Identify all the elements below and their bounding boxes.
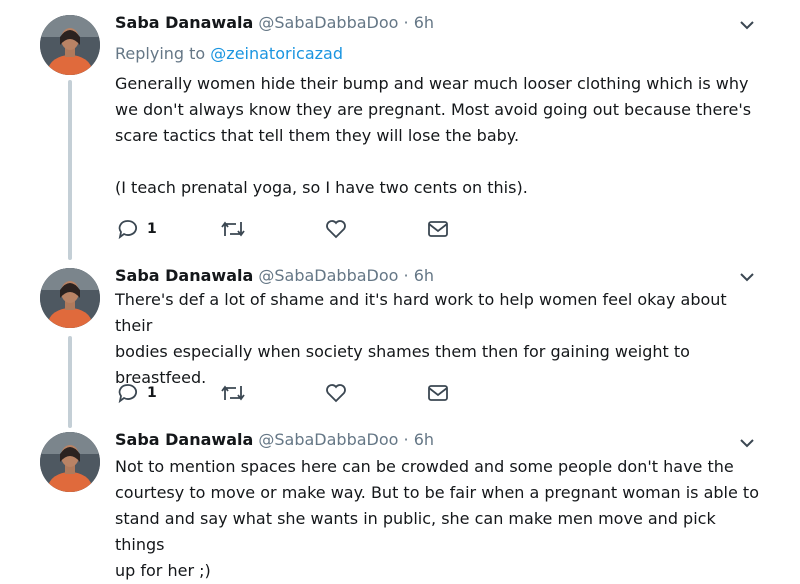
tweet-thread: Saba Danawala @SabaDabbaDoo · 6h Replyin…	[0, 0, 800, 580]
reply-count: 1	[147, 221, 157, 237]
replying-to: Replying to @zeinatoricazad	[115, 44, 343, 63]
retweet-icon	[220, 218, 246, 240]
retweet-button[interactable]	[220, 217, 246, 241]
tweet[interactable]: Saba Danawala @SabaDabbaDoo · 6h There's…	[0, 252, 800, 428]
timestamp[interactable]: 6h	[414, 13, 434, 32]
like-button[interactable]	[325, 381, 347, 405]
like-icon	[325, 218, 347, 240]
tweet-header: Saba Danawala @SabaDabbaDoo · 6h	[115, 430, 434, 449]
chevron-down-icon[interactable]	[738, 268, 756, 286]
tweet-text: Not to mention spaces here can be crowde…	[115, 457, 759, 580]
user-handle[interactable]: @SabaDabbaDoo	[258, 266, 398, 285]
separator: ·	[403, 13, 409, 32]
tweet-text: There's def a lot of shame and it's hard…	[115, 290, 727, 387]
retweet-button[interactable]	[220, 381, 246, 405]
message-icon	[427, 218, 449, 240]
reply-button[interactable]: 1	[117, 217, 157, 241]
like-icon	[325, 382, 347, 404]
message-button[interactable]	[427, 217, 449, 241]
display-name[interactable]: Saba Danawala	[115, 266, 253, 285]
reply-count: 1	[147, 385, 157, 401]
timestamp[interactable]: 6h	[414, 266, 434, 285]
tweet-text: Generally women hide their bump and wear…	[115, 74, 752, 197]
message-icon	[427, 382, 449, 404]
chevron-down-icon[interactable]	[738, 16, 756, 34]
tweet-header: Saba Danawala @SabaDabbaDoo · 6h	[115, 13, 434, 32]
thread-line	[68, 80, 72, 260]
user-handle[interactable]: @SabaDabbaDoo	[258, 13, 398, 32]
reply-icon	[117, 218, 139, 240]
separator: ·	[403, 430, 409, 449]
replying-prefix: Replying to	[115, 44, 206, 63]
tweet-header: Saba Danawala @SabaDabbaDoo · 6h	[115, 266, 434, 285]
reply-icon	[117, 382, 139, 404]
tweet-actions: 1	[117, 217, 457, 241]
chevron-down-icon[interactable]	[738, 434, 756, 452]
tweet-actions: 1	[117, 381, 457, 405]
reply-button[interactable]: 1	[117, 381, 157, 405]
display-name[interactable]: Saba Danawala	[115, 430, 253, 449]
tweet[interactable]: Saba Danawala @SabaDabbaDoo · 6h Not to …	[0, 420, 800, 580]
avatar[interactable]	[40, 268, 100, 328]
separator: ·	[403, 266, 409, 285]
timestamp[interactable]: 6h	[414, 430, 434, 449]
like-button[interactable]	[325, 217, 347, 241]
avatar[interactable]	[40, 432, 100, 492]
avatar[interactable]	[40, 15, 100, 75]
display-name[interactable]: Saba Danawala	[115, 13, 253, 32]
retweet-icon	[220, 382, 246, 404]
mention-link[interactable]: @zeinatoricazad	[210, 44, 343, 63]
tweet[interactable]: Saba Danawala @SabaDabbaDoo · 6h Replyin…	[0, 0, 800, 260]
user-handle[interactable]: @SabaDabbaDoo	[258, 430, 398, 449]
thread-line	[68, 336, 72, 428]
message-button[interactable]	[427, 381, 449, 405]
